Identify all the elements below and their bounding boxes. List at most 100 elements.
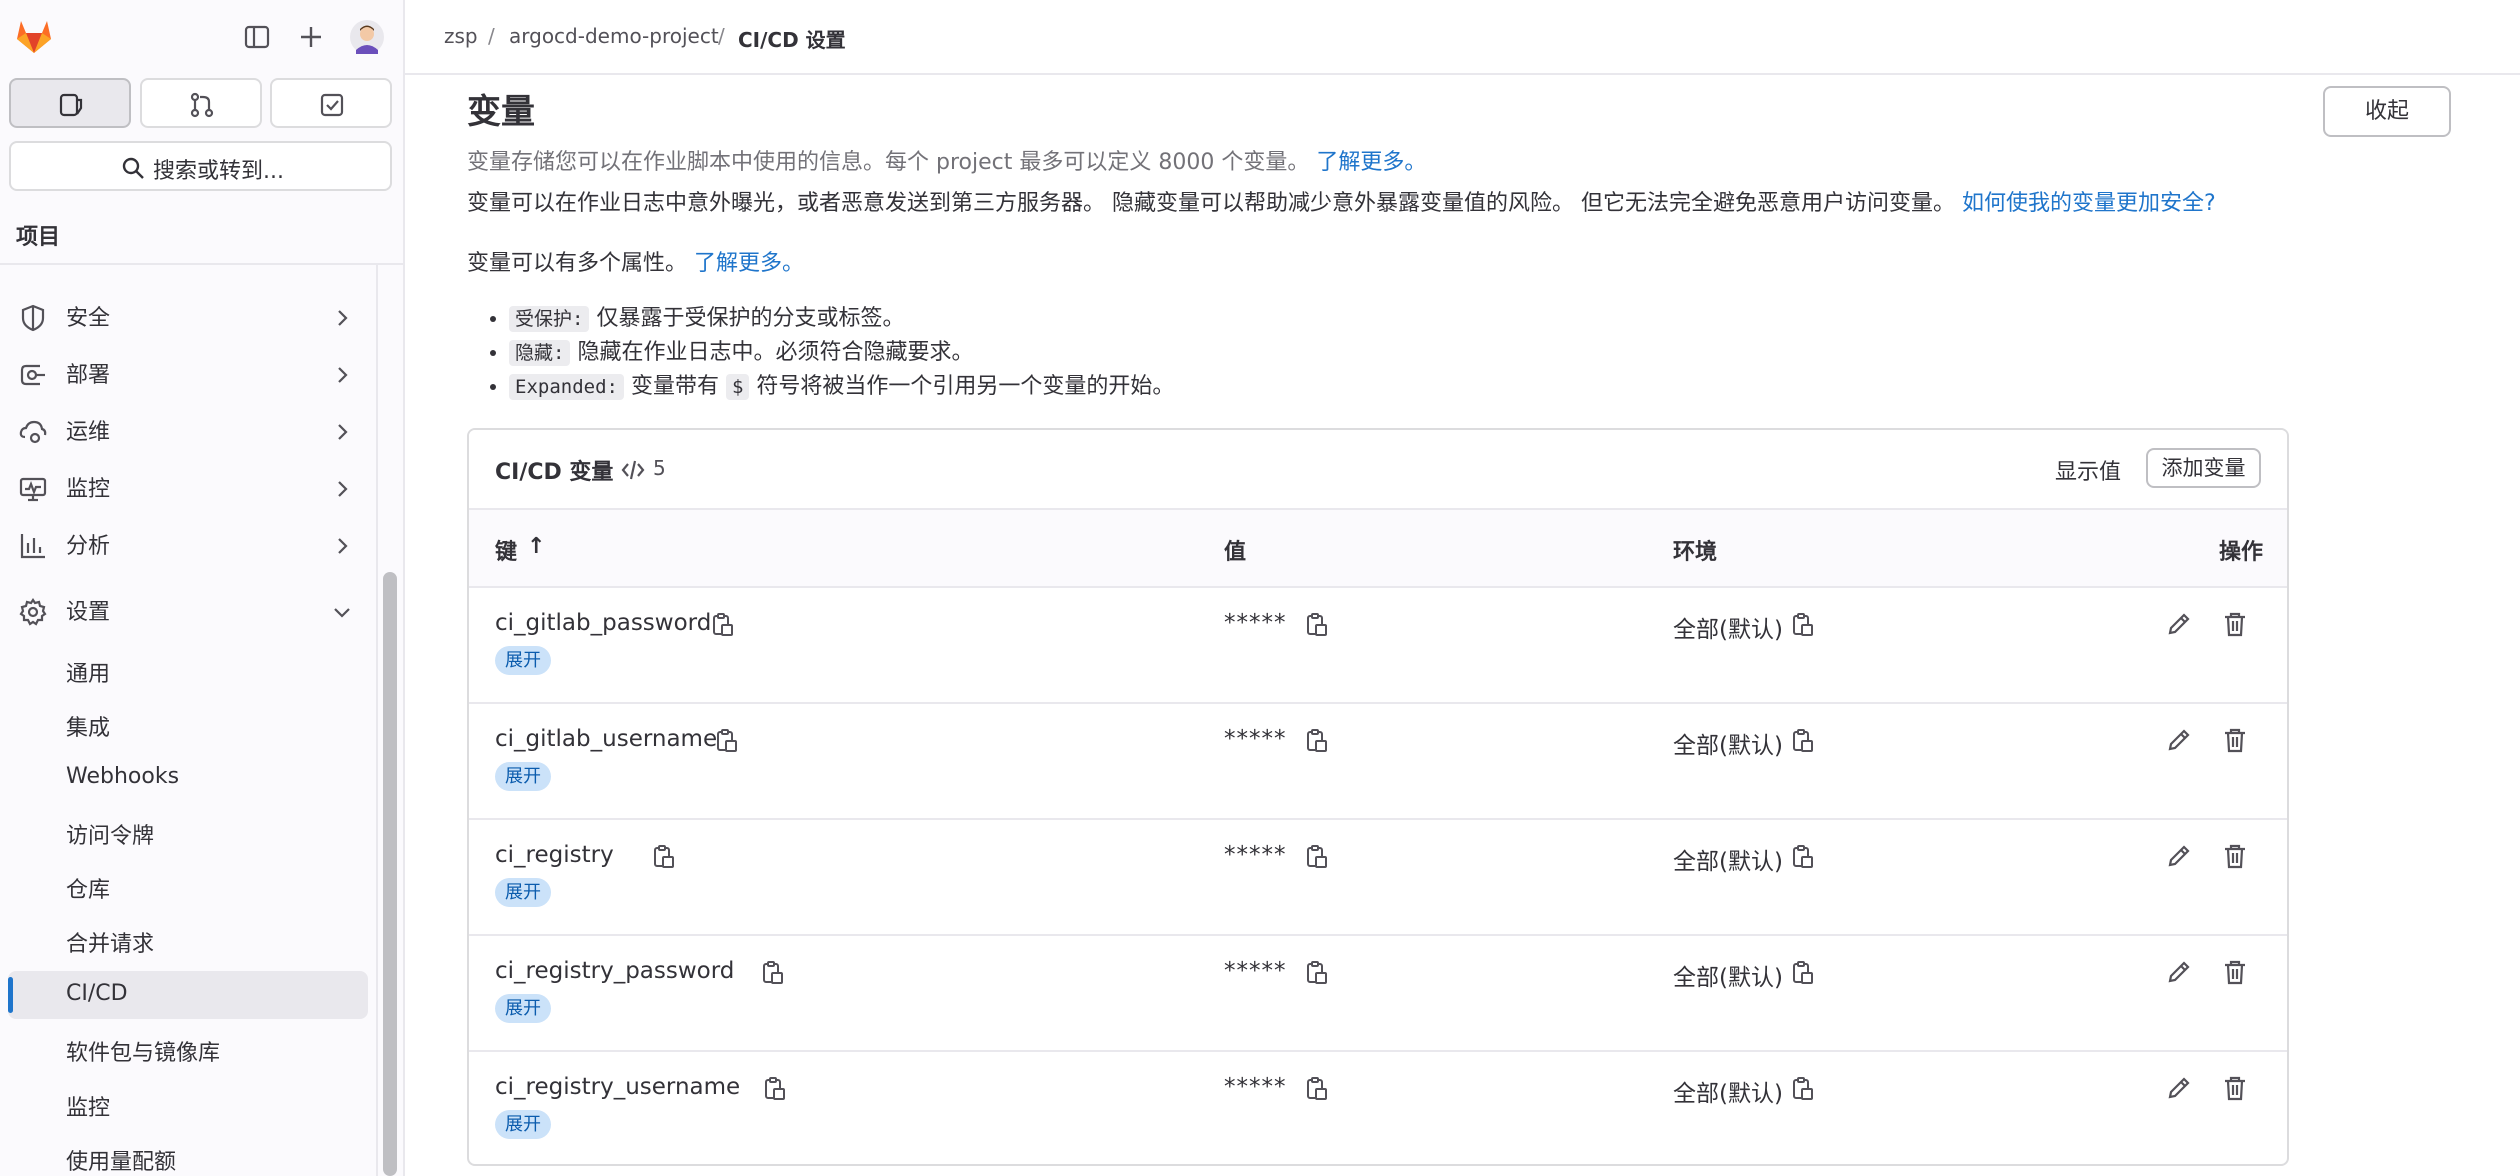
copy-value-icon[interactable] [1303,960,1329,986]
sidebar-subitem-monitor[interactable]: 监控 [8,1080,368,1128]
sidebar-subitem-packages-registries[interactable]: 软件包与镜像库 [8,1025,368,1073]
sidebar-item-security[interactable]: 安全 [0,289,370,346]
variable-key: ci_gitlab_password [495,610,712,636]
attribute-code: Expanded: [509,374,624,400]
variable-value: ***** [1224,610,1287,636]
top-bar: zsp / argocd-demo-project / CI/CD 设置 [405,0,2520,75]
attribute-expanded: Expanded: 变量带有 $ 符号将被当作一个引用另一个变量的开始。 [509,370,1174,404]
breadcrumb-item[interactable]: argocd-demo-project [509,24,719,48]
sidebar-scrollbar-thumb[interactable] [383,572,397,1176]
learn-more-link[interactable]: 了解更多。 [1316,150,1426,175]
breadcrumb-current: CI/CD 设置 [738,28,846,52]
sidebar-item-monitor[interactable]: 监控 [0,460,370,517]
copy-environment-icon[interactable] [1789,960,1815,986]
expand-badge[interactable]: 展开 [495,646,551,675]
variable-value: ***** [1224,1074,1287,1100]
copy-value-icon[interactable] [1303,844,1329,870]
sidebar-item-label: 部署 [66,363,111,388]
variable-environment: 全部(默认) [1673,617,1783,643]
copy-value-icon[interactable] [1303,728,1329,754]
copy-key-icon[interactable] [759,960,785,986]
warning-text: 变量可以在作业日志中意外曝光，或者恶意发送到第三方服务器。 隐藏变量可以帮助减少… [467,191,1955,216]
add-variable-button[interactable]: 添加变量 [2146,448,2261,488]
sidebar-subitem-label: 访问令牌 [66,824,155,849]
sidebar-item-label: 运维 [66,420,111,445]
copy-value-icon[interactable] [1303,612,1329,638]
sidebar-item-analyze[interactable]: 分析 [0,517,370,574]
expand-badge[interactable]: 展开 [495,994,551,1023]
edit-icon[interactable] [2165,958,2193,986]
sidebar-subitem-access-tokens[interactable]: 访问令牌 [8,808,368,856]
attribute-text: 变量带有 [630,374,719,399]
sidebar-subitem-repository[interactable]: 仓库 [8,862,368,910]
toggle-sidebar-icon[interactable] [244,24,270,50]
attributes-list: 受保护: 仅暴露于受保护的分支或标签。 隐藏: 隐藏在作业日志中。必须符合隐藏要… [509,302,1174,404]
variable-count: 5 [653,456,666,480]
edit-icon[interactable] [2165,610,2193,638]
sidebar-subitem-general[interactable]: 通用 [8,646,368,694]
sort-arrow-icon[interactable]: ↑ [527,534,545,559]
sidebar-subitem-label: CI/CD [66,981,128,1006]
copy-environment-icon[interactable] [1789,728,1815,754]
copy-key-icon[interactable] [713,728,739,754]
column-actions: 操作 [2219,540,2264,565]
active-indicator [8,977,13,1013]
attributes-intro: 变量可以有多个属性。 了解更多。 [467,245,804,277]
copy-value-icon[interactable] [1303,1076,1329,1102]
sidebar-subitem-label: 监控 [66,1096,111,1121]
chart-icon [18,531,48,561]
section-description: 变量存储您可以在作业脚本中使用的信息。每个 project 最多可以定义 800… [467,144,1426,176]
avatar[interactable] [350,20,384,54]
sidebar-subitem-webhooks[interactable]: Webhooks [8,754,368,802]
sidebar-subitem-merge-requests[interactable]: 合并请求 [8,916,368,964]
sidebar-subitem-cicd[interactable]: CI/CD [8,971,368,1019]
copy-key-icon[interactable] [650,844,676,870]
sidebar-item-operate[interactable]: 运维 [0,403,370,460]
edit-icon[interactable] [2165,1074,2193,1102]
reveal-values-toggle[interactable]: 显示值 [2055,454,2121,486]
attribute-text: 符号将被当作一个引用另一个变量的开始。 [756,374,1175,399]
column-key[interactable]: 键 [495,534,517,566]
breadcrumb-item[interactable]: zsp [444,24,478,48]
expand-badge[interactable]: 展开 [495,762,551,791]
copy-environment-icon[interactable] [1789,1076,1815,1102]
expand-badge[interactable]: 展开 [495,878,551,907]
deployments-icon [18,360,48,390]
edit-icon[interactable] [2165,842,2193,870]
attributes-learn-more-link[interactable]: 了解更多。 [694,251,804,276]
delete-icon[interactable] [2221,726,2249,754]
gitlab-logo-icon[interactable] [14,16,54,56]
sidebar-subitem-label: 软件包与镜像库 [66,1041,221,1066]
tab-todos[interactable] [270,78,392,128]
tab-issues[interactable] [9,78,131,128]
security-link[interactable]: 如何使我的变量更加安全? [1962,191,2216,216]
table-row: ci_registry_password 展开 ***** 全部(默认) [469,934,2287,1050]
sidebar-item-settings[interactable]: 设置 [0,583,370,640]
sidebar-subitem-usage-quotas[interactable]: 使用量配额 [8,1134,368,1176]
expand-badge[interactable]: 展开 [495,1110,551,1139]
copy-environment-icon[interactable] [1789,612,1815,638]
collapse-button[interactable]: 收起 [2323,86,2451,137]
monitor-icon [18,474,48,504]
delete-icon[interactable] [2221,610,2249,638]
copy-key-icon[interactable] [709,612,735,638]
sidebar-item-label: 设置 [66,600,111,625]
card-title: CI/CD 变量 [495,460,614,485]
variable-value: ***** [1224,726,1287,752]
search-label: 搜索或转到... [153,159,284,184]
search-button[interactable]: 搜索或转到... [9,141,392,191]
edit-icon[interactable] [2165,726,2193,754]
sidebar-subitem-integrations[interactable]: 集成 [8,700,368,748]
copy-key-icon[interactable] [761,1076,787,1102]
delete-icon[interactable] [2221,1074,2249,1102]
breadcrumb-separator: / [718,24,725,48]
sidebar-subitem-label: 使用量配额 [66,1150,177,1175]
breadcrumb-separator: / [488,24,495,48]
delete-icon[interactable] [2221,842,2249,870]
plus-icon[interactable] [298,24,324,50]
sidebar-item-deployments[interactable]: 部署 [0,346,370,403]
delete-icon[interactable] [2221,958,2249,986]
tab-merge-requests[interactable] [140,78,262,128]
copy-environment-icon[interactable] [1789,844,1815,870]
table-header: 键 ↑ 值 环境 操作 [469,508,2287,586]
